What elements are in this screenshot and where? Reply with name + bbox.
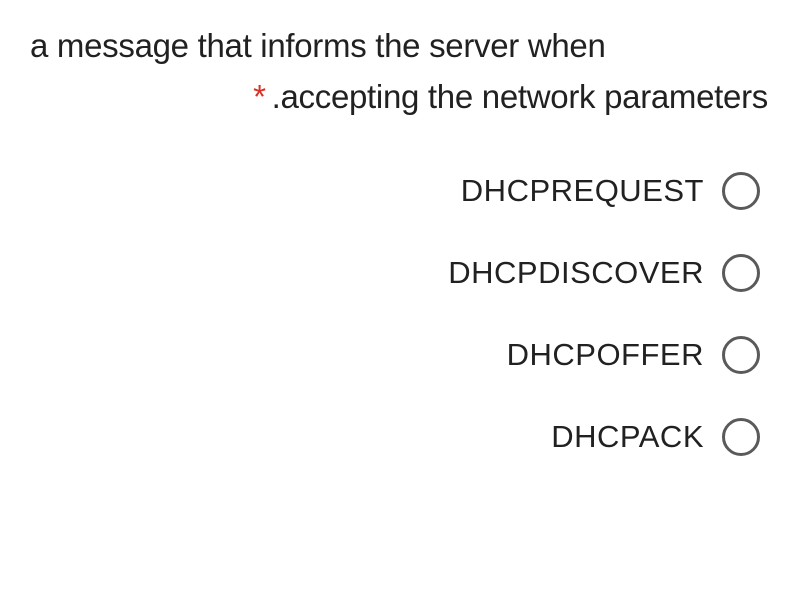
option-row[interactable]: DHCPDISCOVER bbox=[30, 254, 760, 292]
option-row[interactable]: DHCPREQUEST bbox=[30, 172, 760, 210]
option-label: DHCPOFFER bbox=[507, 337, 704, 373]
question-text: a message that informs the server when *… bbox=[30, 20, 770, 122]
option-label: DHCPREQUEST bbox=[461, 173, 704, 209]
option-label: DHCPDISCOVER bbox=[448, 255, 704, 291]
options-container: DHCPREQUEST DHCPDISCOVER DHCPOFFER DHCPA… bbox=[30, 172, 770, 456]
radio-icon[interactable] bbox=[722, 418, 760, 456]
option-row[interactable]: DHCPACK bbox=[30, 418, 760, 456]
option-label: DHCPACK bbox=[551, 419, 704, 455]
radio-icon[interactable] bbox=[722, 336, 760, 374]
radio-icon[interactable] bbox=[722, 254, 760, 292]
option-row[interactable]: DHCPOFFER bbox=[30, 336, 760, 374]
radio-icon[interactable] bbox=[722, 172, 760, 210]
required-asterisk: * bbox=[253, 78, 266, 115]
question-line1: a message that informs the server when bbox=[30, 20, 770, 71]
question-line2-text: .accepting the network parameters bbox=[272, 78, 768, 115]
question-line2: *.accepting the network parameters bbox=[30, 71, 770, 122]
